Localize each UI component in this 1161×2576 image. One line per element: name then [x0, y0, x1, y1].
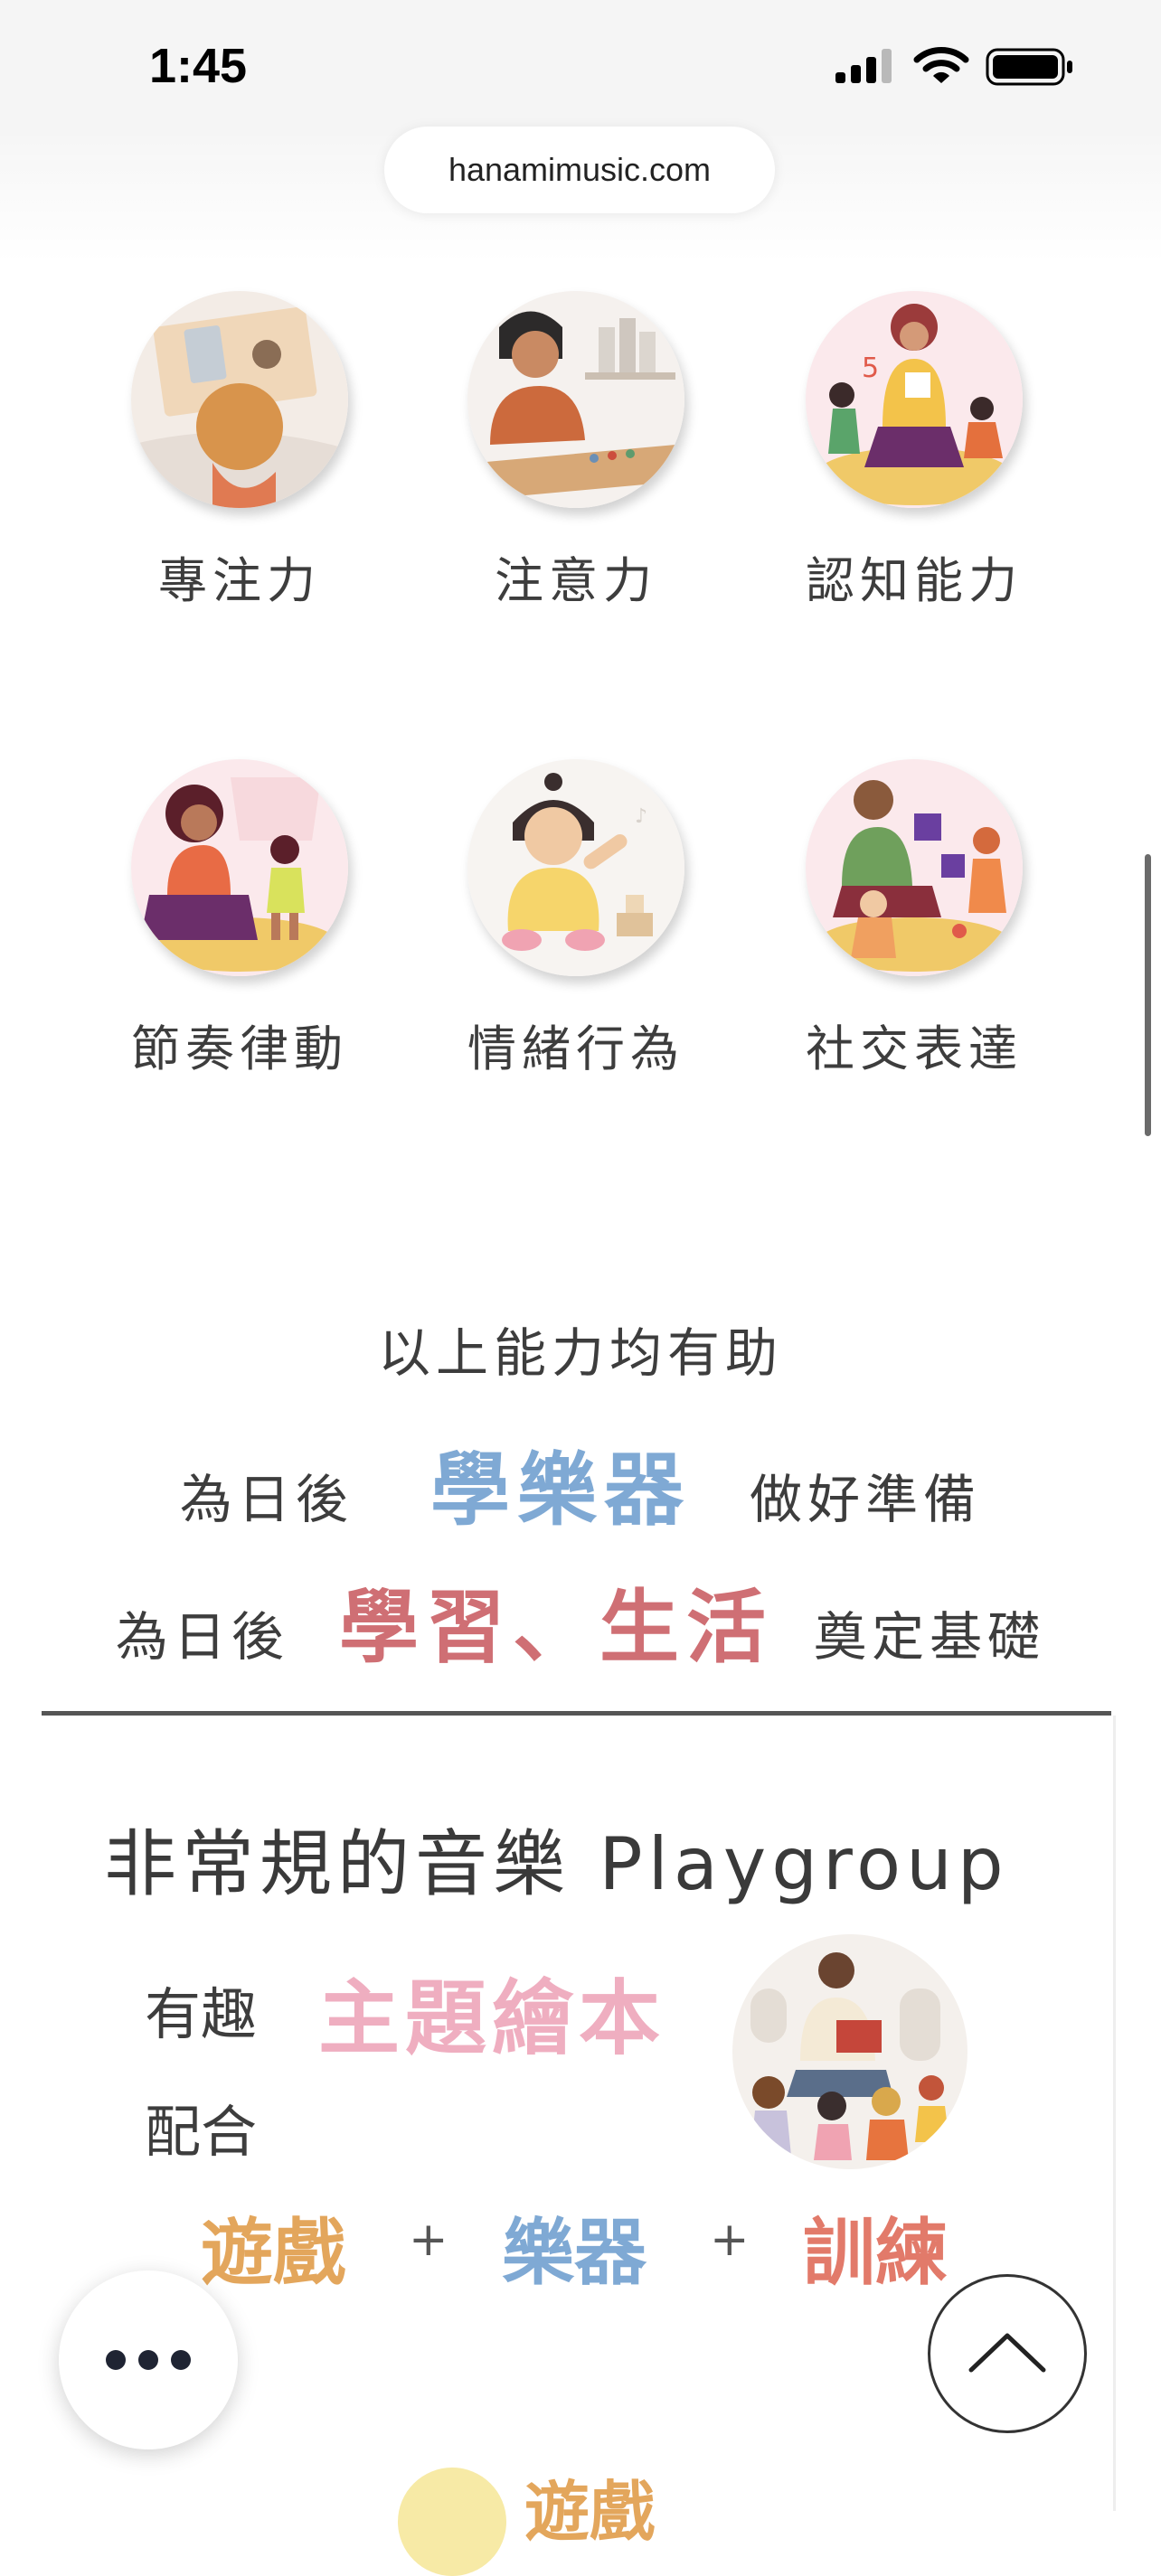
summary-highlight-learning: 學習、生活 — [338, 1581, 773, 1674]
skill-label: 情緒行為 — [467, 1020, 684, 1077]
storytelling-illustration — [732, 1934, 968, 2169]
skill-label: 專注力 — [158, 552, 321, 609]
skill-rhythm: 節奏律動 — [86, 759, 393, 1080]
playgroup-game: 遊戲 — [201, 2211, 345, 2295]
summary-line-3-prefix: 為日後 — [115, 1606, 289, 1668]
wifi-icon — [913, 47, 969, 83]
playgroup-combine: 配合 — [145, 2099, 258, 2165]
more-options-button[interactable] — [59, 2270, 238, 2449]
skill-illustration — [806, 759, 1023, 976]
status-time: 1:45 — [149, 39, 248, 93]
skill-illustration — [131, 759, 348, 976]
summary-line-3-suffix: 奠定基礎 — [814, 1606, 1046, 1668]
playgroup-instrument: 樂器 — [502, 2211, 647, 2295]
summary-line-3: 為日後 學習、生活 奠定基礎 — [0, 1564, 1161, 1678]
url-text: hanamimusic.com — [448, 151, 712, 188]
skill-attention: 注意力 — [422, 291, 730, 612]
skill-focus: 專注力 — [86, 291, 393, 612]
summary-line-2: 為日後 學樂器 做好準備 — [0, 1426, 1161, 1541]
skill-social: 社交表達 — [760, 759, 1068, 1080]
skill-label: 注意力 — [495, 552, 657, 609]
playgroup-training: 訓練 — [803, 2211, 948, 2295]
skill-illustration — [131, 291, 348, 508]
skill-cognition: 5 認知能力 — [760, 291, 1068, 612]
skill-label: 認知能力 — [806, 552, 1023, 609]
skill-label: 節奏律動 — [131, 1020, 348, 1077]
plus-sign: + — [409, 2213, 448, 2267]
chevron-up-icon — [968, 2333, 1046, 2373]
scrollbar[interactable] — [1145, 854, 1151, 1136]
next-section-heading: 遊戲 — [524, 2474, 656, 2550]
more-dots-icon — [171, 2350, 191, 2370]
svg-text:♪: ♪ — [635, 805, 647, 828]
skill-illustration: ♪ — [467, 759, 684, 976]
summary-line-1-text: 以上能力均有助 — [377, 1322, 783, 1384]
playgroup-fun: 有趣 — [145, 1981, 258, 2047]
summary-line-1: 以上能力均有助 — [0, 1311, 1161, 1387]
more-dots-icon — [138, 2350, 158, 2370]
svg-text:5: 5 — [862, 353, 879, 384]
summary-highlight-instrument: 學樂器 — [429, 1443, 691, 1537]
game-icon — [398, 2468, 506, 2576]
plus-sign: + — [710, 2213, 750, 2267]
cellular-signal-icon — [835, 49, 892, 83]
skill-label: 社交表達 — [806, 1020, 1023, 1077]
summary-line-2-prefix: 為日後 — [179, 1469, 354, 1530]
url-bar[interactable]: hanamimusic.com — [384, 127, 775, 213]
battery-icon — [986, 48, 1072, 86]
more-dots-icon — [106, 2350, 126, 2370]
playgroup-title: 非常規的音樂 Playgroup — [104, 1822, 1009, 1906]
skill-emotion: ♪ 情緒行為 — [422, 759, 730, 1080]
skill-illustration: 5 — [806, 291, 1023, 508]
skill-illustration — [467, 291, 684, 508]
summary-line-2-suffix: 做好準備 — [750, 1469, 982, 1530]
scroll-to-top-button[interactable] — [928, 2274, 1087, 2433]
playgroup-theme-books: 主題繪本 — [318, 1971, 665, 2066]
status-bar: 1:45 — [0, 0, 1161, 136]
